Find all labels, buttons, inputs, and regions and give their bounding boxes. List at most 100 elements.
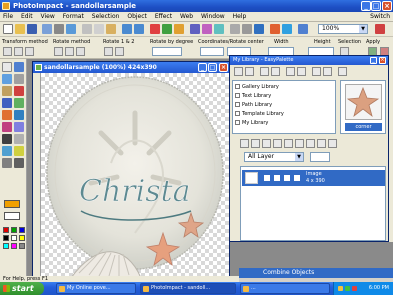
color-icon[interactable] <box>174 24 184 34</box>
palette-icon[interactable] <box>254 24 264 34</box>
library-open-icon[interactable] <box>234 67 243 76</box>
eraser-tool-icon[interactable] <box>14 122 24 132</box>
save-icon[interactable] <box>27 24 37 34</box>
rotate-right-icon[interactable] <box>65 47 74 56</box>
taskbar-item-other[interactable]: ... <box>240 283 330 294</box>
transform-skew-icon[interactable] <box>25 47 34 56</box>
layer-link-checkbox[interactable] <box>284 175 290 181</box>
palette-green-swatch[interactable] <box>11 227 17 233</box>
rotate-180-icon[interactable] <box>115 47 124 56</box>
undo-icon[interactable] <box>122 24 132 34</box>
path-tool-icon[interactable] <box>14 98 24 108</box>
transform-tool-icon[interactable] <box>14 62 24 72</box>
palette-black-swatch[interactable] <box>3 235 9 241</box>
line-tool-icon[interactable] <box>14 158 24 168</box>
document-title-bar[interactable]: sandollarsample (100%) 424x390 _ □ × <box>33 62 229 73</box>
tree-item-gallery[interactable]: Gallery Library <box>235 83 279 91</box>
coord-x-input[interactable] <box>200 47 224 56</box>
library-add-icon[interactable] <box>271 67 280 76</box>
layer-visibility-checkbox[interactable] <box>264 175 270 181</box>
palette-cyan-swatch[interactable] <box>3 243 9 249</box>
export-icon[interactable] <box>270 24 280 34</box>
palette-red-swatch[interactable] <box>3 227 9 233</box>
menu-help[interactable]: Help <box>230 12 250 22</box>
paste-icon[interactable] <box>106 24 116 34</box>
library-minimize-button[interactable]: _ <box>370 57 377 64</box>
background-color-swatch[interactable] <box>4 212 20 220</box>
fill-tool-icon[interactable] <box>2 134 12 144</box>
palette-gray-swatch[interactable] <box>19 243 25 249</box>
lasso-tool-icon[interactable] <box>2 86 12 96</box>
hand-tool-icon[interactable] <box>2 158 12 168</box>
tray-security-icon[interactable] <box>352 286 357 291</box>
transform-resize-icon[interactable] <box>14 47 23 56</box>
palette-yellow-swatch[interactable] <box>19 235 25 241</box>
tray-volume-icon[interactable] <box>338 286 343 291</box>
minimize-button[interactable]: _ <box>361 1 371 11</box>
maximize-button[interactable]: □ <box>371 1 381 11</box>
image-canvas[interactable]: Christa <box>41 73 229 279</box>
degree-input[interactable] <box>152 47 182 56</box>
email-icon[interactable] <box>282 24 292 34</box>
copy-icon[interactable] <box>94 24 104 34</box>
close-button[interactable]: × <box>382 1 392 11</box>
tree-item-text[interactable]: Text Library <box>235 92 271 100</box>
menu-format[interactable]: Format <box>60 12 87 22</box>
layer-icon[interactable] <box>214 24 224 34</box>
redo-icon[interactable] <box>134 24 144 34</box>
layer-hide-icon[interactable] <box>295 139 304 148</box>
library-search-icon[interactable] <box>323 67 332 76</box>
palette-white-swatch[interactable] <box>11 235 17 241</box>
crop-tool-icon[interactable] <box>2 74 12 84</box>
doc-maximize-button[interactable]: □ <box>208 63 217 72</box>
layer-lock-checkbox[interactable] <box>274 175 280 181</box>
clone-tool-icon[interactable] <box>14 110 24 120</box>
pick-tool-icon[interactable] <box>2 62 12 72</box>
new-icon[interactable] <box>3 24 13 34</box>
menu-web[interactable]: Web <box>177 12 196 22</box>
preview-icon[interactable] <box>66 24 76 34</box>
menu-window[interactable]: Window <box>198 12 228 22</box>
zoom-select[interactable]: 100% ▼ <box>318 24 368 34</box>
library-new-icon[interactable] <box>245 67 254 76</box>
cut-icon[interactable] <box>82 24 92 34</box>
magic-wand-icon[interactable] <box>14 86 24 96</box>
taskbar-item-browser[interactable]: My Online pove... <box>56 283 136 294</box>
layer-opacity-input[interactable] <box>310 152 330 162</box>
menu-view[interactable]: View <box>38 12 58 22</box>
library-delete-icon[interactable] <box>286 67 295 76</box>
layer-lock-icon[interactable] <box>262 139 271 148</box>
tree-item-my-library[interactable]: My Library <box>235 119 268 127</box>
zoom-icon[interactable] <box>298 24 308 34</box>
paint-tool-icon[interactable] <box>2 110 12 120</box>
retouch-tool-icon[interactable] <box>2 122 12 132</box>
print-icon[interactable] <box>54 24 64 34</box>
layer-duplicate-icon[interactable] <box>306 139 315 148</box>
web-icon[interactable] <box>190 24 200 34</box>
zoom-tool-icon[interactable] <box>14 146 24 156</box>
help-icon[interactable] <box>375 24 385 34</box>
enhance-icon[interactable] <box>162 24 172 34</box>
layer-properties-icon[interactable] <box>328 139 337 148</box>
layer-select-checkbox[interactable] <box>294 175 300 181</box>
text-tool-icon[interactable] <box>2 98 12 108</box>
layer-group-select[interactable]: All Layer ▼ <box>244 152 304 162</box>
taskbar-item-photoimpact[interactable]: PhotoImpact - sandoll... <box>140 283 236 294</box>
doc-close-button[interactable]: × <box>219 63 228 72</box>
layer-up-icon[interactable] <box>273 139 282 148</box>
grid-icon[interactable] <box>230 24 240 34</box>
menu-effect[interactable]: Effect <box>152 12 175 22</box>
switch-button[interactable]: Switch <box>370 12 390 22</box>
tray-network-icon[interactable] <box>345 286 350 291</box>
layer-group-icon[interactable] <box>251 139 260 148</box>
menu-file[interactable]: File <box>0 12 16 22</box>
effect-icon[interactable] <box>150 24 160 34</box>
flip-icon[interactable] <box>76 47 85 56</box>
library-apply-icon[interactable] <box>260 67 269 76</box>
frame-icon[interactable] <box>202 24 212 34</box>
library-view-icon[interactable] <box>312 67 321 76</box>
library-title-bar[interactable]: My Library - EasyPalette _ × <box>230 56 388 65</box>
rotate-90-icon[interactable] <box>104 47 113 56</box>
open-icon[interactable] <box>15 24 25 34</box>
menu-edit[interactable]: Edit <box>18 12 36 22</box>
